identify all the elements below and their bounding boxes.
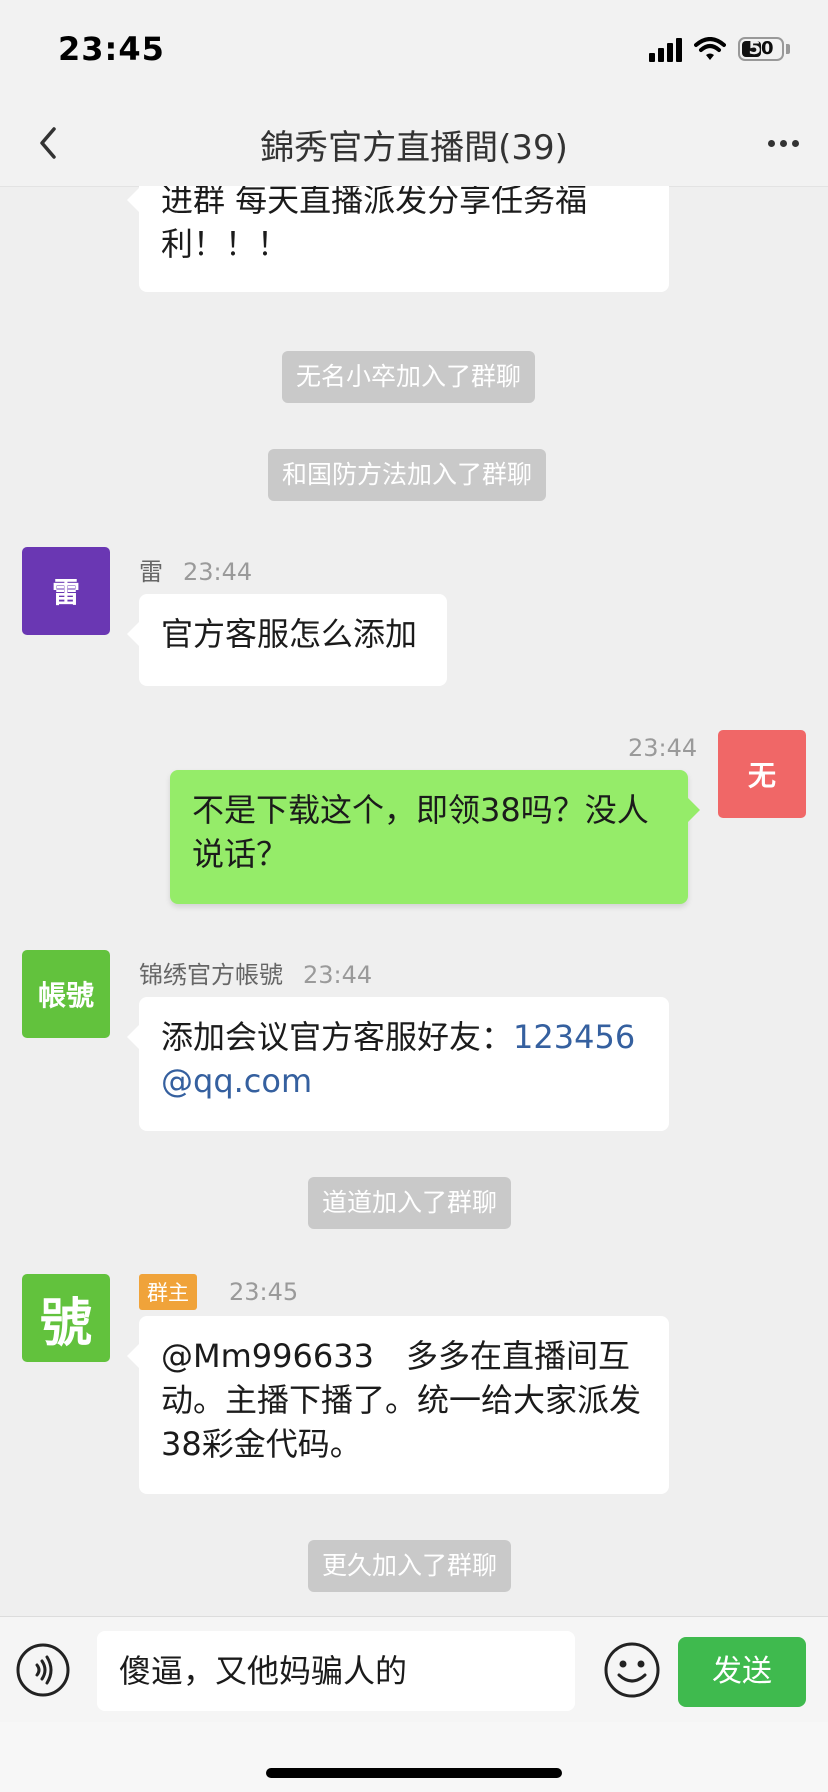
system-notice: 道道加入了群聊 — [308, 1177, 512, 1229]
battery-percent: 50 — [748, 38, 774, 59]
page-title: 錦秀官方直播間(39) — [260, 128, 568, 168]
avatar-label: 无 — [747, 759, 776, 792]
chat-area[interactable]: 进群 每天直播派发分享任务福利！！！ 无名小卒加入了群聊 和国防方法加入了群聊 … — [0, 186, 828, 1616]
avatar[interactable]: 帳號 — [22, 950, 110, 1038]
battery-icon: 50 — [738, 37, 784, 61]
wifi-icon — [694, 37, 726, 60]
message-bubble[interactable]: 进群 每天直播派发分享任务福利！！！ — [127, 186, 669, 292]
status-bar: 23:45 50 — [0, 0, 828, 100]
message-text: 官方客服怎么添加 — [161, 615, 418, 653]
message-text: 不是下载这个，即领38吗？没人说话？ — [192, 791, 649, 873]
system-notice: 更久加入了群聊 — [308, 1540, 512, 1592]
system-notice: 无名小卒加入了群聊 — [282, 351, 536, 403]
system-notice: 和国防方法加入了群聊 — [268, 449, 547, 501]
sender-info: 群主 23:45 — [139, 1274, 298, 1310]
message-text: @Mm996633 多多在直播间互动。主播下播了。统一给大家派发38彩金代码。 — [161, 1337, 642, 1463]
sender-info: 锦绣官方帳號 23:44 — [139, 955, 372, 990]
signal-icon — [649, 36, 682, 62]
sender-info: 雷 23:44 — [139, 552, 252, 587]
message-bubble[interactable]: 不是下载这个，即领38吗？没人说话？ — [170, 770, 700, 904]
emoji-icon[interactable] — [603, 1641, 661, 1699]
message-time: 23:44 — [628, 734, 698, 762]
message-text: 添加会议官方客服好友： — [161, 1018, 514, 1056]
message-input[interactable]: 傻逼，又他妈骗人的 — [97, 1631, 575, 1711]
nav-bar: 錦秀官方直播間(39) — [0, 100, 828, 187]
status-icons: 50 — [649, 32, 790, 66]
message-time: 23:44 — [303, 961, 373, 989]
owner-badge: 群主 — [139, 1274, 197, 1310]
message-text: 进群 每天直播派发分享任务福利！！！ — [161, 186, 588, 263]
avatar-label: 號 — [39, 1293, 92, 1354]
message-bubble[interactable]: 官方客服怎么添加 — [127, 594, 447, 686]
message-bubble[interactable]: @Mm996633 多多在直播间互动。主播下播了。统一给大家派发38彩金代码。 — [127, 1316, 669, 1494]
home-area — [0, 1722, 828, 1792]
send-button[interactable]: 发送 — [678, 1637, 806, 1707]
more-icon[interactable] — [760, 122, 806, 164]
battery-nub — [786, 44, 790, 54]
avatar-label: 雷 — [51, 576, 80, 609]
message-bubble[interactable]: 添加会议官方客服好友：123456@qq.com — [127, 997, 669, 1131]
home-indicator[interactable] — [266, 1768, 562, 1778]
avatar-label: 帳號 — [37, 979, 94, 1012]
message-time: 23:45 — [229, 1278, 299, 1306]
message-time: 23:44 — [183, 558, 253, 586]
avatar[interactable]: 雷 — [22, 547, 110, 635]
avatar[interactable]: 號 — [22, 1274, 110, 1362]
voice-icon[interactable] — [16, 1643, 70, 1697]
input-bar: 傻逼，又他妈骗人的 发送 — [0, 1616, 828, 1723]
avatar[interactable]: 无 — [718, 730, 806, 818]
sender-name: 锦绣官方帳號 — [139, 961, 283, 989]
status-time: 23:45 — [58, 30, 165, 68]
sender-name: 雷 — [139, 558, 163, 586]
